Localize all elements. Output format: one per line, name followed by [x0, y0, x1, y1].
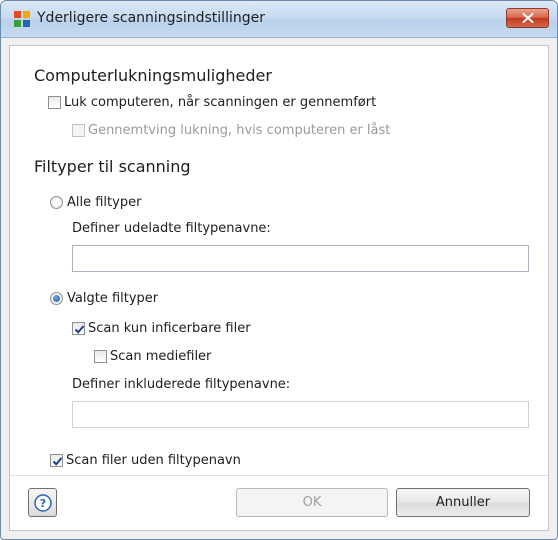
dialog-window: Yderligere scanningsindstillinger Comput… [0, 0, 558, 540]
title-bar[interactable]: Yderligere scanningsindstillinger [1, 1, 557, 38]
no-extension-label: Scan filer uden filtypenavn [66, 453, 241, 468]
media-files-label: Scan mediefiler [110, 349, 212, 364]
shutdown-after-scan-label: Luk computeren, når scanningen er gennem… [64, 95, 377, 110]
selected-filetypes-label: Valgte filtyper [67, 291, 159, 306]
help-button[interactable]: ? [28, 488, 57, 517]
selected-filetypes-radio[interactable] [50, 292, 63, 305]
help-symbol: ? [39, 497, 45, 510]
help-icon: ? [33, 493, 52, 512]
exclude-extensions-input[interactable] [72, 245, 529, 272]
media-files-checkbox[interactable] [94, 350, 107, 363]
cancel-button[interactable]: Annuller [396, 488, 530, 517]
footer-divider [10, 475, 548, 476]
shutdown-after-scan-option[interactable]: Luk computeren, når scanningen er gennem… [48, 95, 376, 110]
force-shutdown-label: Gennemtving lukning, hvis computeren er … [88, 123, 391, 138]
check-mark-icon [74, 325, 85, 334]
check-mark-icon [52, 457, 63, 466]
settings-panel: Computerlukningsmuligheder Luk computere… [9, 45, 549, 531]
shutdown-section-heading: Computerlukningsmuligheder [34, 66, 272, 85]
ok-button[interactable]: OK [236, 488, 388, 517]
force-shutdown-option[interactable]: Gennemtving lukning, hvis computeren er … [72, 123, 390, 138]
filetypes-section-heading: Filtyper til scanning [34, 157, 191, 176]
infectable-only-label: Scan kun inficerbare filer [88, 321, 251, 336]
all-filetypes-radio[interactable] [50, 196, 63, 209]
no-extension-option[interactable]: Scan filer uden filtypenavn [50, 453, 241, 468]
window-title: Yderligere scanningsindstillinger [37, 10, 265, 26]
selected-filetypes-option[interactable]: Valgte filtyper [50, 291, 158, 306]
infectable-only-checkbox[interactable] [72, 322, 85, 335]
shutdown-after-scan-checkbox[interactable] [48, 96, 61, 109]
avg-logo-icon [13, 10, 31, 28]
infectable-only-option[interactable]: Scan kun inficerbare filer [72, 321, 251, 336]
close-icon [522, 13, 533, 23]
no-extension-checkbox[interactable] [50, 454, 63, 467]
all-filetypes-label: Alle filtyper [67, 195, 142, 210]
media-files-option[interactable]: Scan mediefiler [94, 349, 211, 364]
close-button[interactable] [506, 8, 549, 28]
include-extensions-label: Definer inkluderede filtypenavne: [72, 377, 291, 392]
include-extensions-input[interactable] [72, 401, 529, 428]
force-shutdown-checkbox[interactable] [72, 124, 85, 137]
all-filetypes-option[interactable]: Alle filtyper [50, 195, 141, 210]
exclude-extensions-label: Definer udeladte filtypenavne: [72, 221, 271, 236]
